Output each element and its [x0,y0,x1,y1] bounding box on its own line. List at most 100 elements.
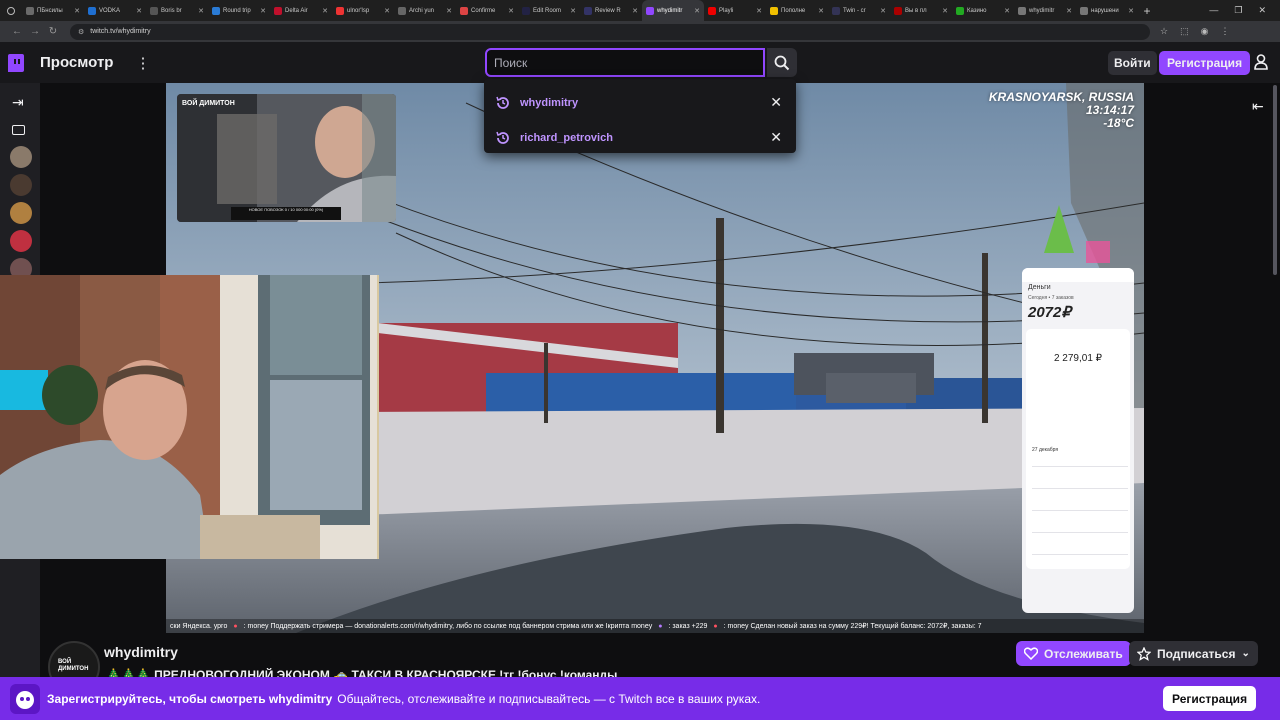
browser-tab[interactable]: ulnor'lsp ✕ [332,0,394,21]
star-icon [1137,646,1151,661]
search-suggestion[interactable]: richard_petrovich ✕ [484,120,796,155]
follow-button[interactable]: Отслеживать [1016,641,1131,666]
tab-favicon-icon [770,6,778,15]
search-button[interactable] [767,48,797,77]
signup-button[interactable]: Регистрация [1159,51,1251,75]
tab-close-icon[interactable]: ✕ [1066,7,1072,15]
tab-close-icon[interactable]: ✕ [74,7,80,15]
tab-label: Confirme [471,7,496,14]
remove-suggestion-icon[interactable]: ✕ [770,94,782,111]
login-button[interactable]: Войти [1108,51,1157,75]
profile-icon[interactable]: ◉ [1201,26,1209,37]
sidebar-channel-avatar[interactable] [10,230,32,252]
tab-label: VODKA [99,7,121,14]
bookmark-star-icon[interactable]: ☆ [1160,26,1168,37]
user-icon[interactable] [1254,54,1268,70]
tab-close-icon[interactable]: ✕ [756,7,762,15]
tab-close-icon[interactable]: ✕ [570,7,576,15]
browser-tab[interactable]: whydimitr ✕ [642,0,704,21]
reload-icon[interactable]: ↻ [44,26,62,37]
transaction-row [1032,545,1128,555]
sidebar-channel-avatar[interactable] [10,146,32,168]
banner-signup-button[interactable]: Регистрация [1163,686,1257,711]
subscribe-label: Подписаться [1157,646,1236,661]
browser-menu-icon[interactable] [0,0,22,21]
more-dots-icon[interactable]: ⋮ [135,54,150,72]
browser-tab[interactable]: whydimitr ✕ [1014,0,1076,21]
expand-sidebar-icon[interactable]: ⇥ [12,94,24,111]
browser-tab[interactable]: Boris br ✕ [146,0,208,21]
sidebar-channel-avatar[interactable] [10,174,32,196]
tab-label: Edit Room [533,7,562,14]
maximize-icon[interactable]: ❐ [1234,5,1242,16]
tab-label: Казино [967,7,987,14]
tab-label: Archi yun [409,7,435,14]
transaction-row [1032,457,1128,467]
browser-tab[interactable]: Edit Room ✕ [518,0,580,21]
menu-dots-icon[interactable]: ⋮ [1220,26,1229,37]
browser-tab[interactable]: Delta Air ✕ [270,0,332,21]
suggestion-name: whydimitry [520,96,579,109]
driver-camera-frame [177,94,396,222]
tab-close-icon[interactable]: ✕ [446,7,452,15]
browser-tab[interactable]: Archi yun ✕ [394,0,456,21]
streamer-webcam [0,275,379,559]
browser-tab[interactable]: Пополне ✕ [766,0,828,21]
browser-tab[interactable]: Round trip ✕ [208,0,270,21]
tab-close-icon[interactable]: ✕ [880,7,886,15]
tab-favicon-icon [88,6,96,15]
history-icon [496,96,509,109]
theatre-mode-icon[interactable]: ⇤ [1252,98,1264,115]
back-icon[interactable]: ← [8,26,26,37]
tab-close-icon[interactable]: ✕ [322,7,328,15]
tab-close-icon[interactable]: ✕ [818,7,824,15]
twitch-logo-icon[interactable] [8,53,24,72]
tab-favicon-icon [584,6,592,15]
search-suggestion[interactable]: whydimitry ✕ [484,85,796,120]
balance-card: 2 279,01 ₽ 27 декабря [1026,329,1130,569]
follow-label: Отслеживать [1044,646,1123,661]
tab-close-icon[interactable]: ✕ [136,7,142,15]
browser-tab[interactable]: нарушени ✕ [1076,0,1138,21]
url-field[interactable]: ⚙ twitch.tv/whydimitry [70,23,1150,40]
browser-tab[interactable]: Playli ✕ [704,0,766,21]
tab-close-icon[interactable]: ✕ [942,7,948,15]
browser-tab[interactable]: VODKA ✕ [84,0,146,21]
page-scrollbar[interactable] [1273,85,1277,275]
tab-label: Twin - cr [843,7,866,14]
tab-close-icon[interactable]: ✕ [1128,7,1134,15]
remove-suggestion-icon[interactable]: ✕ [770,129,782,146]
tab-close-icon[interactable]: ✕ [198,7,204,15]
browser-tab[interactable]: Казино ✕ [952,0,1014,21]
transaction-row [1032,501,1128,511]
close-window-icon[interactable]: ✕ [1258,5,1266,16]
channel-name[interactable]: whydimitry [104,644,178,660]
browser-tab[interactable]: Вы в пл ✕ [890,0,952,21]
browser-tab[interactable]: Review R ✕ [580,0,642,21]
browser-tab[interactable]: Twin - cr ✕ [828,0,890,21]
minimize-icon[interactable]: — [1209,5,1218,16]
browser-tab[interactable]: ПБнсилы ✕ [22,0,84,21]
tab-close-icon[interactable]: ✕ [260,7,266,15]
browser-address-bar: ← → ↻ ⚙ twitch.tv/whydimitry ☆ ⬚ ◉ ⋮ [0,21,1280,42]
tab-label: Delta Air [285,7,308,14]
pip-logo: ВОЙ ДИМИТОН [182,100,235,107]
tab-label: whydimitr [1029,7,1055,14]
search-input[interactable] [485,48,765,77]
tab-close-icon[interactable]: ✕ [694,7,700,15]
tab-close-icon[interactable]: ✕ [1004,7,1010,15]
browse-link[interactable]: Просмотр [40,54,113,71]
search-suggestions-dropdown: whydimitry ✕ richard_petrovich ✕ [484,79,796,153]
extensions-icon[interactable]: ⬚ [1180,26,1189,37]
browser-tab[interactable]: Confirme ✕ [456,0,518,21]
tab-close-icon[interactable]: ✕ [508,7,514,15]
subscribe-button[interactable]: Подписаться ⌄ [1129,641,1258,666]
new-tab-button[interactable]: + [1138,4,1156,18]
sidebar-channel-avatar[interactable] [10,202,32,224]
tab-close-icon[interactable]: ✕ [384,7,390,15]
forward-icon[interactable]: → [26,26,44,37]
followed-channels-icon[interactable] [12,125,25,135]
tab-close-icon[interactable]: ✕ [632,7,638,15]
site-info-icon[interactable]: ⚙ [78,28,84,36]
tab-label: Round trip [223,7,251,14]
